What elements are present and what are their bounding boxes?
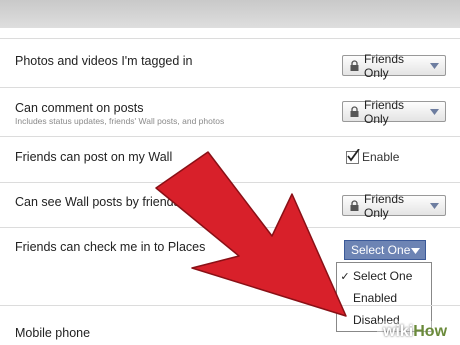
watermark-part2: How xyxy=(413,323,448,340)
watermark-part1: wiki xyxy=(383,323,414,340)
wikihow-watermark: wiki How xyxy=(377,321,454,343)
red-arrow-annotation xyxy=(155,151,347,317)
